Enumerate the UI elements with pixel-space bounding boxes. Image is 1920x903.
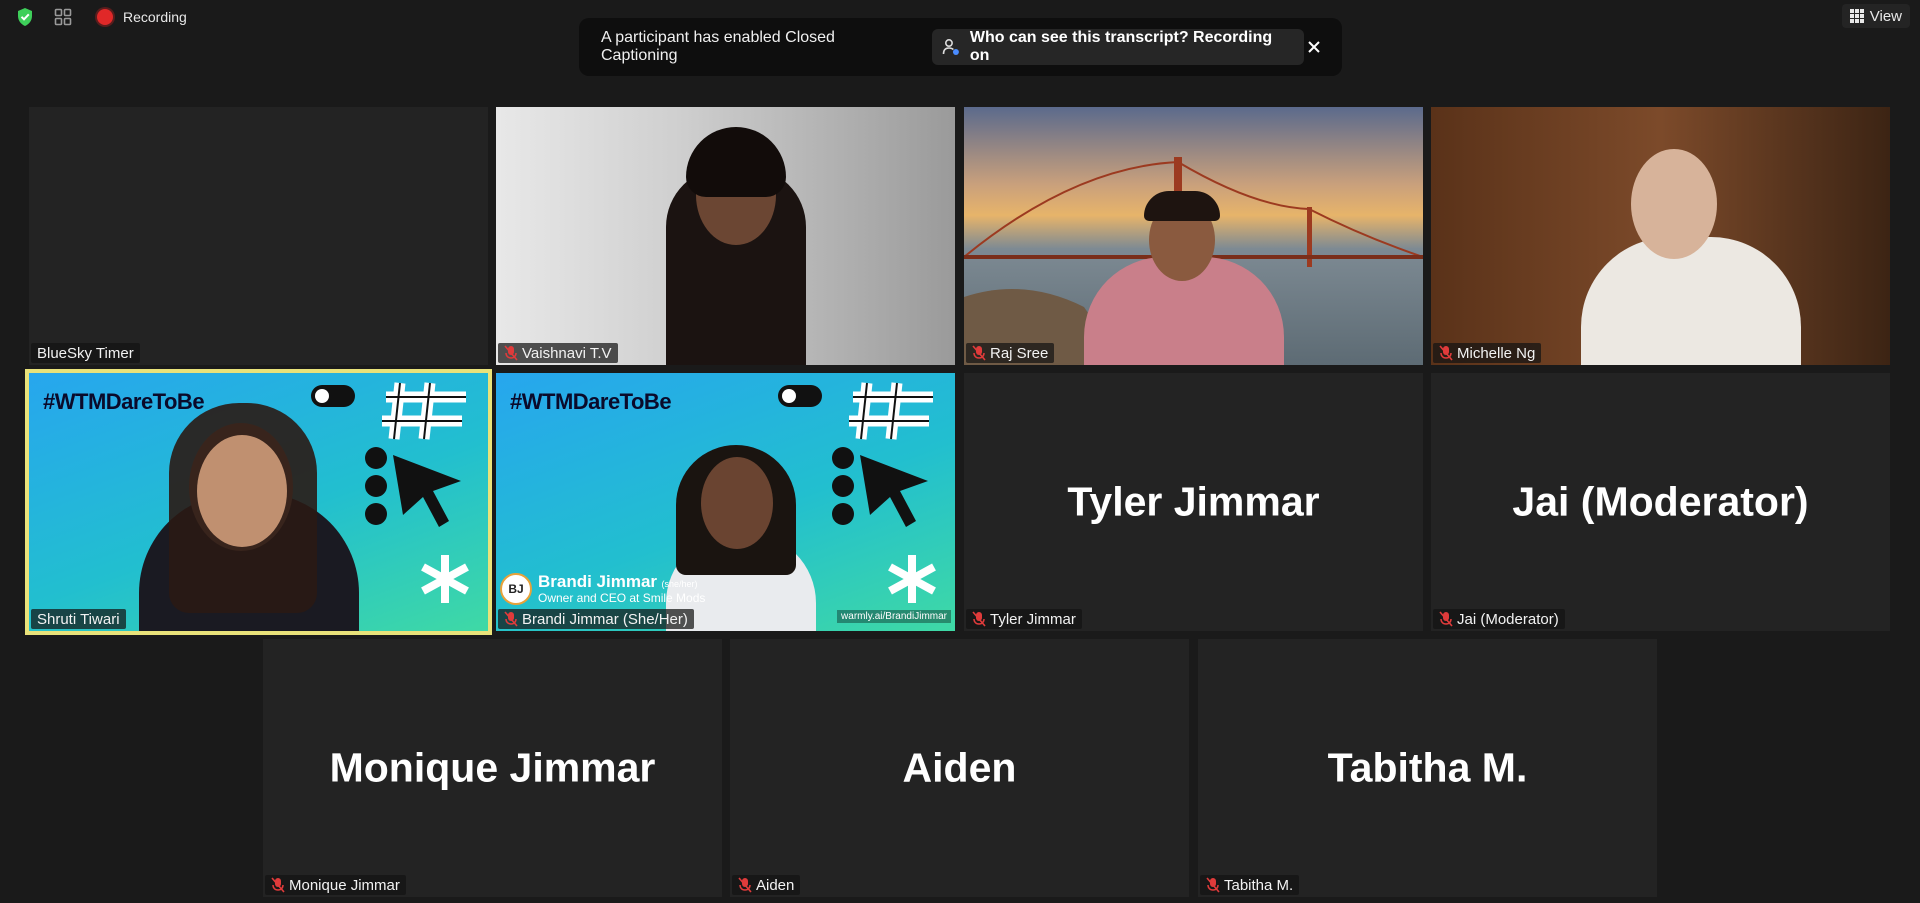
recording-icon[interactable] <box>94 6 116 28</box>
view-label: View <box>1869 7 1902 25</box>
video-feed: #WTMDareToBe BJ Brandi Jimmar (she/her) … <box>496 373 955 631</box>
participant-tile-monique-jimmar[interactable]: Monique Jimmar Monique Jimmar <box>263 639 722 897</box>
shield-icon[interactable] <box>14 6 36 28</box>
participant-name: Brandi Jimmar (She/Her) <box>522 610 688 628</box>
video-feed: #WTMDareToBe <box>29 373 488 631</box>
cc-message: A participant has enabled Closed Caption… <box>601 29 835 64</box>
toggle-graphic <box>778 385 822 407</box>
participant-name-tag: Raj Sree <box>966 343 1055 363</box>
view-button[interactable]: View <box>1841 4 1910 28</box>
transcript-visibility-label: Who can see this transcript? Recording o… <box>969 29 1273 64</box>
participant-tile-tyler-jimmar[interactable]: Tyler Jimmar Tyler Jimmar <box>964 373 1423 631</box>
microphone-muted-icon <box>1439 345 1453 361</box>
microphone-muted-icon <box>1439 611 1453 627</box>
participant-name: Raj Sree <box>990 344 1049 362</box>
participant-display-name: Tabitha M. <box>1327 744 1528 791</box>
microphone-muted-icon <box>504 611 518 627</box>
profile-url: warmly.ai/BrandiJimmar <box>837 610 951 623</box>
participant-display-name: Tyler Jimmar <box>1067 478 1320 525</box>
participant-name-tag: Vaishnavi T.V <box>498 343 618 363</box>
cursor-arrow-icon <box>860 455 928 527</box>
participant-name-tag: Michelle Ng <box>1433 343 1542 363</box>
participant-tile-michelle-ng[interactable]: Michelle Ng <box>1431 107 1890 365</box>
participant-name: Michelle Ng <box>1457 344 1536 362</box>
microphone-muted-icon <box>972 345 986 361</box>
participant-name-tag: BlueSky Timer <box>31 343 140 363</box>
person-info-icon <box>942 39 959 55</box>
participant-name: Tabitha M. <box>1224 876 1294 894</box>
participant-tile-bluesky-timer[interactable]: BlueSky Timer <box>29 107 488 365</box>
cursor-arrow-icon <box>393 455 461 527</box>
microphone-muted-icon <box>271 877 285 893</box>
participant-tile-tabitha-m[interactable]: Tabitha M. Tabitha M. <box>1198 639 1657 897</box>
closed-caption-banner: A participant has enabled Closed Caption… <box>579 18 1342 76</box>
participant-name-tag: Aiden <box>732 875 801 895</box>
microphone-muted-icon <box>504 345 518 361</box>
participant-name: Aiden <box>756 876 795 894</box>
participant-name-tag: Monique Jimmar <box>265 875 406 895</box>
hash-graphic-icon <box>849 382 933 440</box>
participant-tile-raj-sree[interactable]: Raj Sree <box>964 107 1423 365</box>
close-icon[interactable] <box>1304 37 1324 57</box>
participant-name: Vaishnavi T.V <box>522 344 612 362</box>
participant-name-tag: Jai (Moderator) <box>1433 609 1565 629</box>
participant-name: Shruti Tiwari <box>37 610 120 628</box>
transcript-visibility-button[interactable]: Who can see this transcript? Recording o… <box>931 29 1305 65</box>
participant-display-name: Aiden <box>902 744 1017 791</box>
participant-name-tag: Shruti Tiwari <box>31 609 126 629</box>
participant-name: Monique Jimmar <box>289 876 400 894</box>
toggle-graphic <box>311 385 355 407</box>
asterisk-icon <box>888 555 936 603</box>
lower-third-card: BJ Brandi Jimmar (she/her) Owner and CEO… <box>500 573 705 605</box>
participant-name-tag: Tabitha M. <box>1200 875 1300 895</box>
participant-display-name: Jai (Moderator) <box>1512 478 1809 525</box>
participant-display-name: Monique Jimmar <box>329 744 656 791</box>
background-hashtag: #WTMDareToBe <box>510 389 672 414</box>
recording-label[interactable]: Recording <box>123 9 187 25</box>
participant-tile-jai-moderator[interactable]: Jai (Moderator) Jai (Moderator) <box>1431 373 1890 631</box>
hash-graphic-icon <box>382 382 466 440</box>
view-grid-icon <box>1849 9 1864 23</box>
lower-third-pronoun: (she/her) <box>661 579 698 589</box>
lower-third-role: Owner and CEO at Smile Mods <box>538 591 706 605</box>
participant-name-tag: Tyler Jimmar <box>966 609 1082 629</box>
participant-tile-shruti-tiwari[interactable]: #WTMDareToBe Shruti Tiwari <box>25 369 492 635</box>
apps-grid-icon[interactable] <box>52 6 74 28</box>
video-feed <box>1431 107 1890 365</box>
asterisk-icon <box>421 555 469 603</box>
microphone-muted-icon <box>1206 877 1220 893</box>
participant-name: Tyler Jimmar <box>990 610 1076 628</box>
initials-badge: BJ <box>500 573 532 605</box>
participant-tile-brandi-jimmar[interactable]: #WTMDareToBe BJ Brandi Jimmar (she/her) … <box>496 373 955 631</box>
microphone-muted-icon <box>972 611 986 627</box>
participant-name-tag: Brandi Jimmar (She/Her) <box>498 609 694 629</box>
participant-tile-aiden[interactable]: Aiden Aiden <box>730 639 1189 897</box>
background-hashtag: #WTMDareToBe <box>43 389 205 414</box>
lower-third-name: Brandi Jimmar <box>538 572 658 591</box>
participant-tile-vaishnavi[interactable]: Vaishnavi T.V <box>496 107 955 365</box>
microphone-muted-icon <box>738 877 752 893</box>
video-feed <box>964 107 1423 365</box>
video-feed <box>496 107 955 365</box>
participant-name: Jai (Moderator) <box>1457 610 1559 628</box>
participant-name: BlueSky Timer <box>37 344 134 362</box>
